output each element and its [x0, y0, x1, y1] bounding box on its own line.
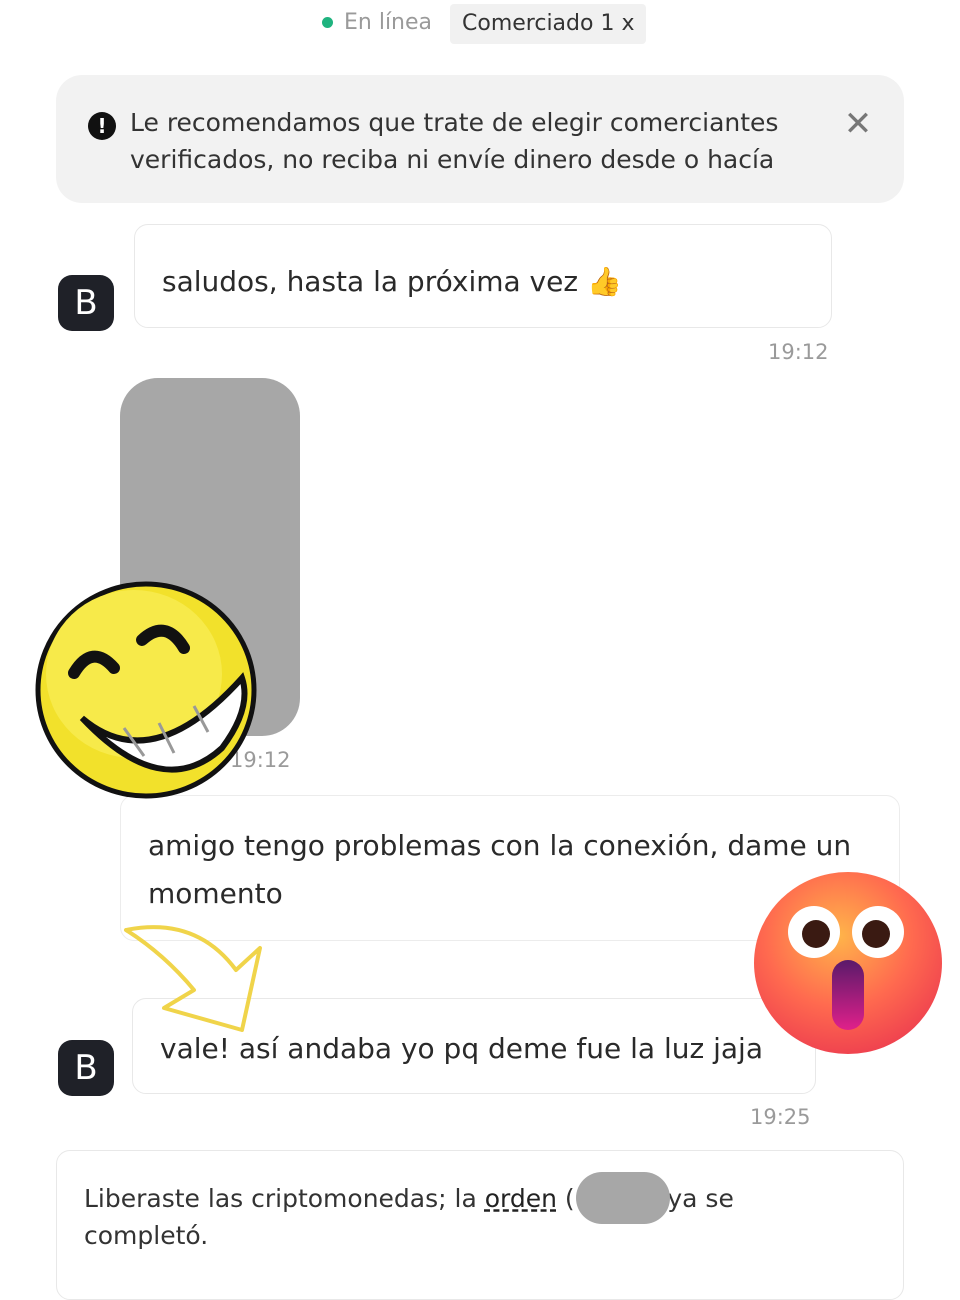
message-time: 19:25	[750, 1105, 811, 1129]
avatar[interactable]: B	[58, 1040, 114, 1096]
close-icon[interactable]: ✕	[842, 104, 874, 144]
order-status-prefix: Liberaste las criptomonedas; la	[84, 1184, 485, 1213]
redacted-order-id	[576, 1172, 670, 1224]
order-status-text: Liberaste las criptomonedas; la orden ( …	[84, 1180, 804, 1254]
avatar[interactable]: B	[58, 275, 114, 331]
chat-header: En línea Comerciado 1 x	[0, 0, 960, 50]
exclamation-icon: !	[88, 112, 116, 140]
arrow-icon	[124, 925, 262, 1032]
order-link[interactable]: orden	[485, 1184, 557, 1213]
message-text: saludos, hasta la próxima vez 👍	[162, 265, 622, 298]
order-paren-open: (	[556, 1184, 575, 1213]
shocked-emoji-icon	[754, 872, 942, 1054]
traded-count-badge: Comerciado 1 x	[450, 4, 647, 44]
message-time: 19:12	[768, 340, 829, 364]
online-status-label: En línea	[344, 10, 433, 35]
warning-text: Le recomendamos que trate de elegir come…	[130, 108, 779, 174]
grinning-emoji-icon	[35, 581, 257, 799]
online-status-dot	[322, 17, 333, 28]
